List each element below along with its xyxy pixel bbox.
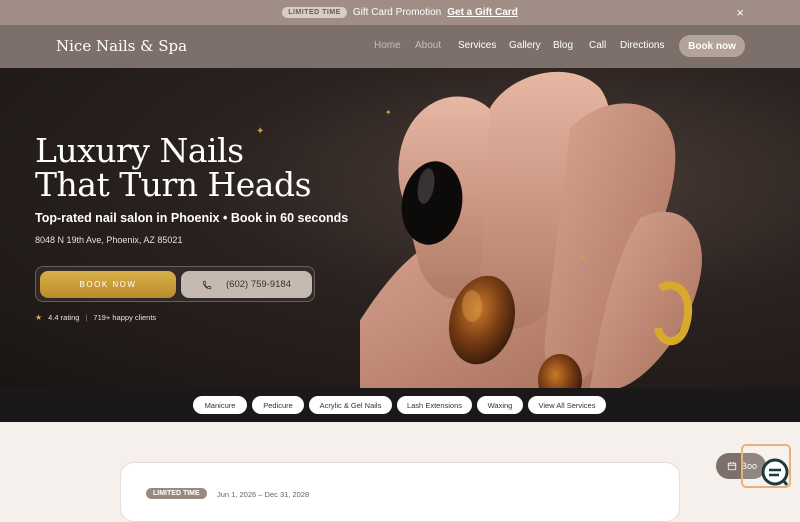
promo-bar: LIMITED TIME Gift Card Promotion Get a G… bbox=[0, 0, 800, 25]
star-icon: ★ bbox=[35, 313, 43, 322]
rating-separator: | bbox=[85, 313, 88, 322]
close-icon[interactable]: × bbox=[736, 5, 744, 20]
service-lash-extensions[interactable]: Lash Extensions bbox=[397, 396, 472, 414]
hero-title: Luxury Nails That Turn Heads bbox=[35, 134, 312, 204]
nav-services[interactable]: Services bbox=[458, 40, 496, 51]
rating-value: 4.4 rating bbox=[48, 313, 80, 322]
sparkle-icon: ✦ bbox=[580, 253, 587, 262]
rating-line: ★ 4.4 rating | 719+ happy clients bbox=[35, 313, 156, 322]
nav-directions[interactable]: Directions bbox=[620, 40, 664, 51]
services-strip: Manicure Pedicure Acrylic & Gel Nails La… bbox=[0, 388, 800, 422]
hero-phone-number: (602) 759-9184 bbox=[226, 279, 291, 290]
hero-book-label: BOOK NOW bbox=[79, 280, 137, 289]
main-nav: Nice Nails & Spa Home About Services Gal… bbox=[0, 25, 800, 68]
nav-call[interactable]: Call bbox=[589, 40, 606, 51]
sparkle-icon: ✦ bbox=[385, 108, 392, 117]
nav-home[interactable]: Home bbox=[374, 40, 401, 51]
phone-icon bbox=[202, 280, 212, 289]
gift-card-link[interactable]: Get a Gift Card bbox=[447, 7, 518, 18]
hero-phone-button[interactable]: (602) 759-9184 bbox=[181, 271, 312, 298]
hero-title-line2: That Turn Heads bbox=[35, 165, 312, 204]
chat-widget[interactable] bbox=[741, 444, 791, 488]
calendar-icon bbox=[727, 462, 737, 471]
service-acrylic-gel[interactable]: Acrylic & Gel Nails bbox=[309, 396, 392, 414]
promo-tag: LIMITED TIME bbox=[282, 7, 347, 18]
service-manicure[interactable]: Manicure bbox=[193, 396, 247, 414]
nav-blog[interactable]: Blog bbox=[553, 40, 573, 51]
hero-hand-image bbox=[360, 71, 702, 388]
nav-book-button[interactable]: Book now bbox=[679, 35, 745, 57]
nav-gallery[interactable]: Gallery bbox=[509, 40, 541, 51]
promo-text: Gift Card Promotion bbox=[352, 7, 442, 18]
service-waxing[interactable]: Waxing bbox=[477, 396, 523, 414]
offer-tag: LIMITED TIME bbox=[146, 488, 207, 499]
hero-book-button[interactable]: BOOK NOW bbox=[40, 271, 176, 298]
view-all-services[interactable]: View All Services bbox=[528, 396, 606, 414]
hero-section: ✦ ✦ ✦ Luxury Nails That Turn Heads Top-r… bbox=[0, 68, 800, 388]
chat-icon bbox=[761, 458, 789, 486]
happy-clients: 719+ happy clients bbox=[93, 313, 157, 322]
hero-address: 8048 N 19th Ave, Phoenix, AZ 85021 bbox=[35, 235, 183, 245]
hero-subtitle: Top-rated nail salon in Phoenix • Book i… bbox=[35, 211, 349, 225]
service-pedicure[interactable]: Pedicure bbox=[252, 396, 304, 414]
hero-cta-group: BOOK NOW (602) 759-9184 bbox=[35, 266, 315, 302]
nav-about[interactable]: About bbox=[415, 40, 441, 51]
offer-date: Jun 1, 2026 – Dec 31, 2028 bbox=[217, 490, 310, 499]
brand-logo[interactable]: Nice Nails & Spa bbox=[56, 37, 187, 55]
